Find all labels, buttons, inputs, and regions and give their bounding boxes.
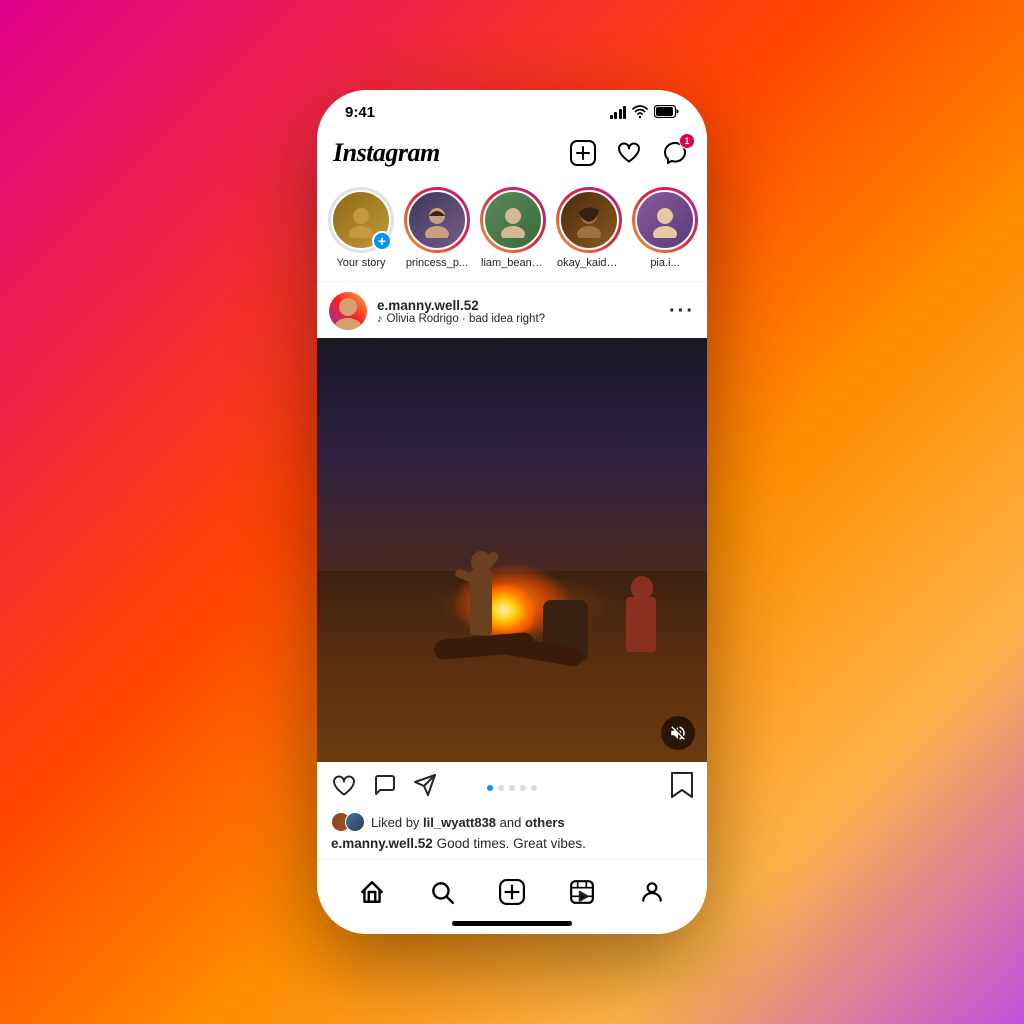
story-avatar-wrapper-pp: [404, 187, 470, 253]
dot-3: [509, 785, 515, 791]
battery-icon: [654, 105, 679, 121]
dot-1: [487, 785, 493, 791]
story-username-lb: liam_beanz...: [481, 257, 545, 269]
mute-button[interactable]: [661, 716, 695, 750]
likes-row: Liked by lil_wyatt838 and others: [331, 812, 693, 832]
sky-bg: [317, 338, 707, 571]
story-avatar-ok: [559, 190, 619, 250]
figure-main: [454, 515, 509, 635]
nav-add-button[interactable]: [490, 870, 534, 914]
like-avatar-2: [345, 812, 365, 832]
story-avatar-wrapper-pia: [632, 187, 698, 253]
instagram-logo: Instagram: [333, 138, 440, 168]
heart-icon: [616, 140, 642, 166]
post-music-text: Olivia Rodrigo · bad idea right?: [387, 313, 546, 325]
story-item-kaide[interactable]: okay_kaide...: [557, 187, 621, 269]
home-icon: [359, 879, 385, 905]
phone-frame: 9:41: [317, 90, 707, 934]
add-post-button[interactable]: [567, 137, 599, 169]
story-avatar-pia: [635, 190, 695, 250]
liked-by-and: and: [500, 815, 525, 830]
story-item-liam[interactable]: liam_beanz...: [481, 187, 545, 269]
liked-by-username[interactable]: lil_wyatt838: [423, 815, 496, 830]
post-music: ♪ Olivia Rodrigo · bad idea right?: [377, 313, 545, 325]
story-avatar-wrapper-lb: [480, 187, 546, 253]
nav-home-button[interactable]: [350, 870, 394, 914]
header-action-icons: 1: [567, 137, 691, 169]
carousel-dots: [487, 785, 537, 791]
share-button[interactable]: [413, 773, 437, 803]
your-story-label: Your story: [336, 257, 385, 269]
wifi-icon: [632, 104, 648, 121]
story-ring-pia: [632, 187, 698, 253]
caption-text-content: Good times. Great vibes.: [437, 836, 586, 851]
nav-search-button[interactable]: [420, 870, 464, 914]
like-avatar-stack: [331, 812, 365, 832]
nav-profile-button[interactable]: [630, 870, 674, 914]
post-actions: Liked by lil_wyatt838 and others e.manny…: [317, 762, 707, 859]
post-avatar: [329, 292, 367, 330]
figure-head: [471, 551, 491, 573]
save-button[interactable]: [671, 772, 693, 804]
app-header: Instagram 1: [317, 129, 707, 179]
status-bar: 9:41: [317, 90, 707, 129]
story-ring-ok: [556, 187, 622, 253]
likes-text: Liked by lil_wyatt838 and others: [371, 815, 565, 830]
signal-icon: [610, 106, 627, 119]
add-story-badge: +: [372, 231, 392, 251]
post-header: e.manny.well.52 ♪ Olivia Rodrigo · bad i…: [317, 282, 707, 338]
post-username: e.manny.well.52: [377, 298, 545, 313]
story-item-your-story[interactable]: + Your story: [329, 187, 393, 269]
action-left-icons: [331, 773, 437, 803]
post-more-button[interactable]: ···: [669, 300, 695, 323]
story-ring-pp: [404, 187, 470, 253]
likes-avatars: Liked by lil_wyatt838 and others: [331, 812, 693, 832]
comment-button[interactable]: [373, 773, 397, 803]
reels-icon: [569, 879, 595, 905]
campfire-scene: [317, 338, 707, 762]
dot-4: [520, 785, 526, 791]
liked-by-others[interactable]: others: [525, 815, 565, 830]
home-indicator: [452, 921, 572, 926]
messages-badge: 1: [679, 133, 695, 149]
profile-icon: [639, 879, 665, 905]
story-avatar-lb: [483, 190, 543, 250]
search-icon: [429, 879, 455, 905]
post-image: [317, 338, 707, 762]
status-icons: [610, 104, 680, 121]
post-caption: e.manny.well.52 Good times. Great vibes.: [331, 836, 693, 851]
figure-body: [470, 570, 492, 635]
stories-row: + Your story princess_p...: [317, 179, 707, 282]
post-container: e.manny.well.52 ♪ Olivia Rodrigo · bad i…: [317, 282, 707, 859]
story-ring-lb: [480, 187, 546, 253]
story-item-princess-p[interactable]: princess_p...: [405, 187, 469, 269]
post-user: e.manny.well.52 ♪ Olivia Rodrigo · bad i…: [329, 292, 545, 330]
story-avatar-pp: [407, 190, 467, 250]
dot-2: [498, 785, 504, 791]
add-icon: [570, 140, 596, 166]
nav-reels-button[interactable]: [560, 870, 604, 914]
music-note-icon: ♪: [377, 313, 383, 325]
figure-right-body: [626, 597, 656, 652]
activity-button[interactable]: [613, 137, 645, 169]
action-row: [331, 772, 693, 804]
story-username-pp: princess_p...: [406, 257, 468, 269]
figure-right: [626, 572, 676, 652]
story-avatar-wrapper: +: [328, 187, 394, 253]
caption-username[interactable]: e.manny.well.52: [331, 836, 433, 851]
like-button[interactable]: [331, 773, 357, 803]
dot-5: [531, 785, 537, 791]
story-item-pia[interactable]: pia.i...: [633, 187, 697, 269]
story-avatar-wrapper-ok: [556, 187, 622, 253]
story-username-pia: pia.i...: [650, 257, 679, 269]
add-post-nav-icon: [499, 879, 525, 905]
story-username-ok: okay_kaide...: [557, 257, 621, 269]
status-time: 9:41: [345, 104, 375, 121]
messages-button[interactable]: 1: [659, 137, 691, 169]
post-user-info: e.manny.well.52 ♪ Olivia Rodrigo · bad i…: [377, 298, 545, 325]
